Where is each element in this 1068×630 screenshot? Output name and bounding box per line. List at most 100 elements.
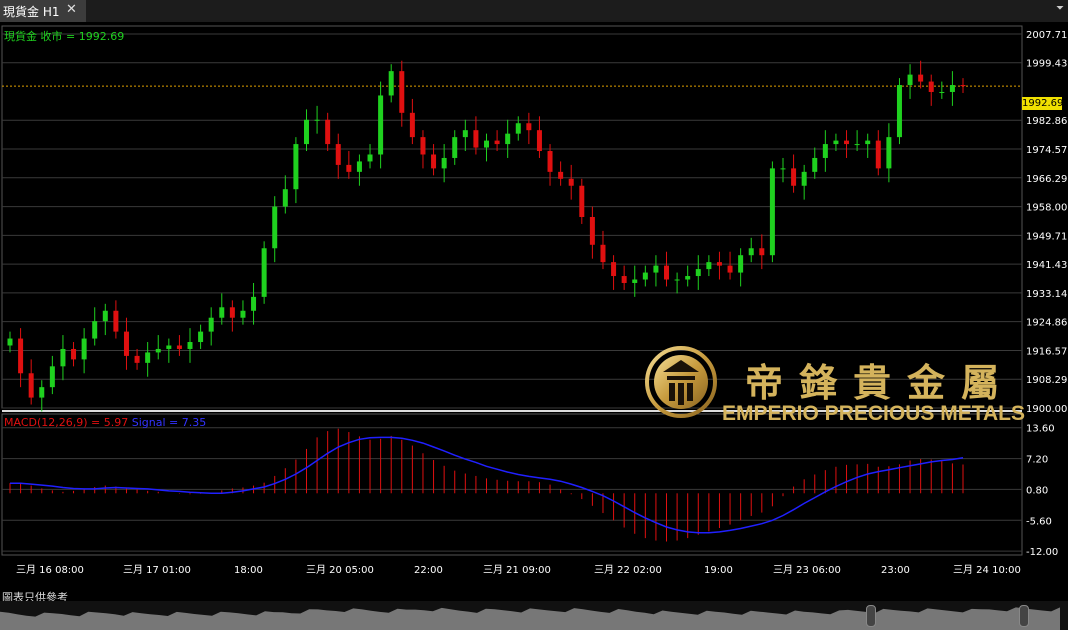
macd-tick-label: -5.60 [1026,516,1052,527]
candle-body [759,248,765,256]
candle-body [176,345,182,349]
candle-body [579,185,585,217]
candle-body [240,310,246,318]
candle-body [526,123,532,131]
candle-body [388,71,394,96]
time-tick-label: 三月 17 01:00 [123,564,191,576]
close-icon[interactable]: ✕ [66,2,77,17]
candle-body [642,272,648,280]
candle-body [409,112,415,138]
price-tick-label: 2007.71 [1026,30,1067,41]
price-tick-label: 1908.29 [1026,375,1067,386]
candle-body [473,130,479,148]
candle-body [166,345,172,349]
candle-body [949,85,955,92]
candle-body [452,137,458,158]
candle-body [589,217,595,245]
candle-body [293,144,299,190]
price-tick-label: 1916.57 [1026,346,1067,357]
candle-body [600,244,606,263]
scroll-right-handle[interactable] [1019,605,1029,627]
menu-arrow-icon[interactable]: ⏷ [1056,3,1064,14]
candle-body [145,352,151,363]
candle-body [60,348,66,367]
candle-body [441,157,447,169]
macd-series-label: MACD(12,26,9) = 5.97 Signal = 7.35 [4,416,206,429]
chart-area[interactable]: 2007.71 1999.43 1982.86 1974.57 1966.29 1958.… [0,22,1068,585]
candle-body [748,248,754,256]
candle-body [621,276,627,283]
candle-body [272,206,278,249]
scroll-left-handle[interactable] [866,605,876,627]
candle-body [844,140,850,145]
candle-body [356,161,362,172]
candle-body [18,338,24,374]
candle-body [303,119,309,145]
candle-body [462,130,468,138]
candle-body [251,296,257,311]
price-tick-label: 1900.00 [1026,404,1067,415]
price-tick-label: 1974.57 [1026,145,1067,156]
macd-tick-label: 0.80 [1026,485,1048,496]
candle-body [611,262,617,277]
candle-body [367,154,373,162]
price-tick-label: 1949.71 [1026,231,1067,242]
candle-body [536,130,542,152]
candle-body [325,119,331,145]
time-tick-label: 22:00 [414,565,443,576]
candle-body [187,342,193,349]
candle-body [547,151,553,172]
candle-body [875,140,881,169]
price-tick-label: 1924.86 [1026,318,1067,329]
chart-tab[interactable]: 現貨金 H1 ✕ [0,0,86,22]
candle-body [854,144,860,146]
tab-title: 現貨金 H1 [3,5,60,19]
candle-body [346,164,352,172]
price-tick-label: 1941.43 [1026,260,1067,271]
candle-body [907,74,913,86]
candle-body [208,317,214,332]
candle-body [420,137,426,155]
candle-body [71,348,77,360]
candle-body [155,348,161,353]
candle-body [219,307,225,318]
chart-scrollbar[interactable] [0,601,1068,630]
time-tick-label: 19:00 [704,565,733,576]
candle-body [431,154,437,169]
candle-body [918,74,924,82]
macd-value-label: MACD(12,26,9) = 5.97 [4,416,129,429]
macd-tick-label: 13.60 [1026,424,1055,435]
overview-strip [0,607,1060,630]
time-tick-label: 三月 23 06:00 [773,564,841,576]
candle-body [822,144,828,158]
signal-value-label: Signal = 7.35 [131,416,207,429]
candle-body [716,262,722,266]
watermark-chinese: 帝鋒貴金屬 [745,360,1016,405]
candle-body [769,168,775,256]
candle-body [399,71,405,113]
candle-body [738,255,744,273]
candle-body [113,310,119,332]
candle-body [727,265,733,273]
price-tick-label: 1982.86 [1026,116,1067,127]
candle-body [695,269,701,277]
candle-body [515,123,521,134]
candle-body [134,355,140,363]
macd-panel-frame [1,413,1023,556]
candle-body [335,144,341,165]
candle-body [49,366,55,388]
candle-body [685,276,691,280]
candle-body [198,331,204,343]
current-price-tag: 1992.69 [1022,97,1064,110]
candle-body [886,137,892,169]
macd-tick-label: 7.20 [1026,455,1048,466]
time-tick-label: 23:00 [881,565,910,576]
candle-body [674,279,680,281]
time-tick-label: 三月 24 10:00 [953,564,1021,576]
candle-body [960,85,966,87]
candle-body [928,81,934,92]
time-tick-label: 三月 16 08:00 [16,564,84,576]
candle-body [939,91,945,93]
candle-body [123,331,129,356]
price-tick-label: 1999.43 [1026,59,1067,70]
